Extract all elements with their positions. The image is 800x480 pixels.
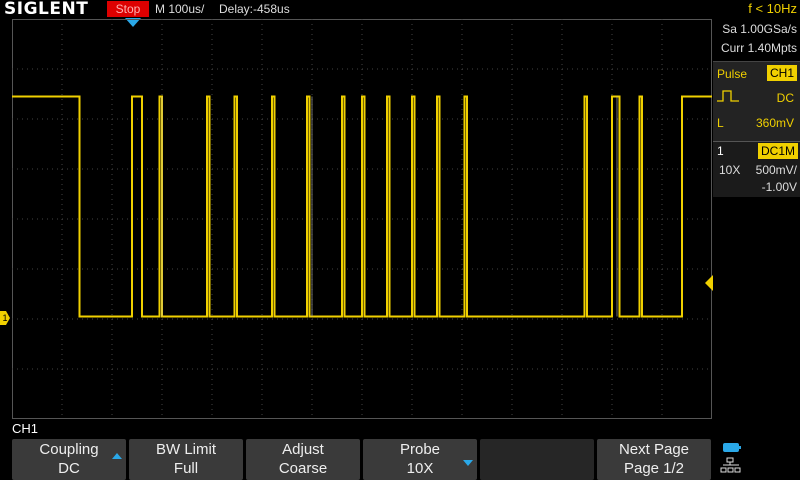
softkey-label: Adjust	[282, 441, 324, 458]
channel-info[interactable]: 1 DC1M 10X 500mV/ -1.00V	[713, 141, 800, 197]
info-panel: Sa 1.00GSa/s Curr 1.40Mpts Pulse CH1 DC …	[713, 19, 800, 419]
timebase-readout[interactable]: M 100us/	[155, 2, 204, 16]
ch1-ground-marker[interactable]: 1	[0, 311, 10, 325]
softkey-next-page[interactable]: Next Page Page 1/2	[597, 439, 711, 480]
network-status-icon	[720, 443, 741, 473]
channel-scale: 500mV/	[755, 163, 797, 177]
run-stop-indicator[interactable]: Stop	[107, 1, 149, 17]
ch1-trace	[12, 95, 712, 318]
trigger-source-badge: CH1	[766, 65, 797, 81]
softkey-label: Next Page	[618, 441, 690, 458]
arrow-down-icon	[463, 460, 473, 466]
trigger-level-label: L	[717, 116, 724, 130]
softkey-empty[interactable]	[480, 439, 594, 480]
softkey-value: DC	[58, 460, 80, 477]
waveform-display[interactable]	[12, 19, 712, 419]
trigger-level-marker-icon[interactable]	[705, 275, 713, 291]
softkey-label: BW Limit	[156, 441, 216, 458]
pulse-trigger-icon	[717, 90, 739, 102]
softkey-bar: Coupling DC BW Limit Full Adjust Coarse …	[0, 437, 800, 480]
arrow-up-icon	[112, 453, 122, 459]
sample-rate: Sa 1.00GSa/s	[722, 22, 797, 36]
softkey-value: Full	[173, 460, 199, 477]
softkey-bw-limit[interactable]: BW Limit Full	[129, 439, 243, 480]
softkey-label: Coupling	[39, 441, 99, 458]
channel-probe: 10X	[719, 163, 741, 177]
softkey-probe[interactable]: Probe 10X	[363, 439, 477, 480]
softkey-value: Coarse	[278, 460, 328, 477]
softkey-coupling[interactable]: Coupling DC	[12, 439, 126, 480]
softkey-label: Probe	[399, 441, 441, 458]
trigger-coupling: DC	[776, 91, 794, 105]
status-bar: SIGLENT Stop M 100us/ Delay:-458us f < 1…	[0, 0, 800, 19]
channel-coupling-badge: DC1M	[757, 143, 798, 159]
graticule	[12, 19, 712, 419]
frequency-counter: f < 10Hz	[748, 1, 797, 16]
menu-title: CH1	[12, 421, 39, 436]
brand-logo: SIGLENT	[4, 0, 89, 19]
softkey-value: Page 1/2	[623, 460, 685, 477]
channel-number: 1	[717, 144, 724, 158]
softkey-adjust[interactable]: Adjust Coarse	[246, 439, 360, 480]
trigger-type: Pulse	[717, 67, 748, 81]
trigger-info[interactable]: Pulse CH1 DC L 360mV	[713, 61, 800, 152]
channel-offset: -1.00V	[761, 180, 797, 194]
softkey-value: 10X	[406, 460, 434, 477]
trigger-level: 360mV	[755, 116, 794, 130]
delay-readout[interactable]: Delay:-458us	[219, 2, 290, 16]
memory-depth: Curr 1.40Mpts	[720, 41, 797, 55]
